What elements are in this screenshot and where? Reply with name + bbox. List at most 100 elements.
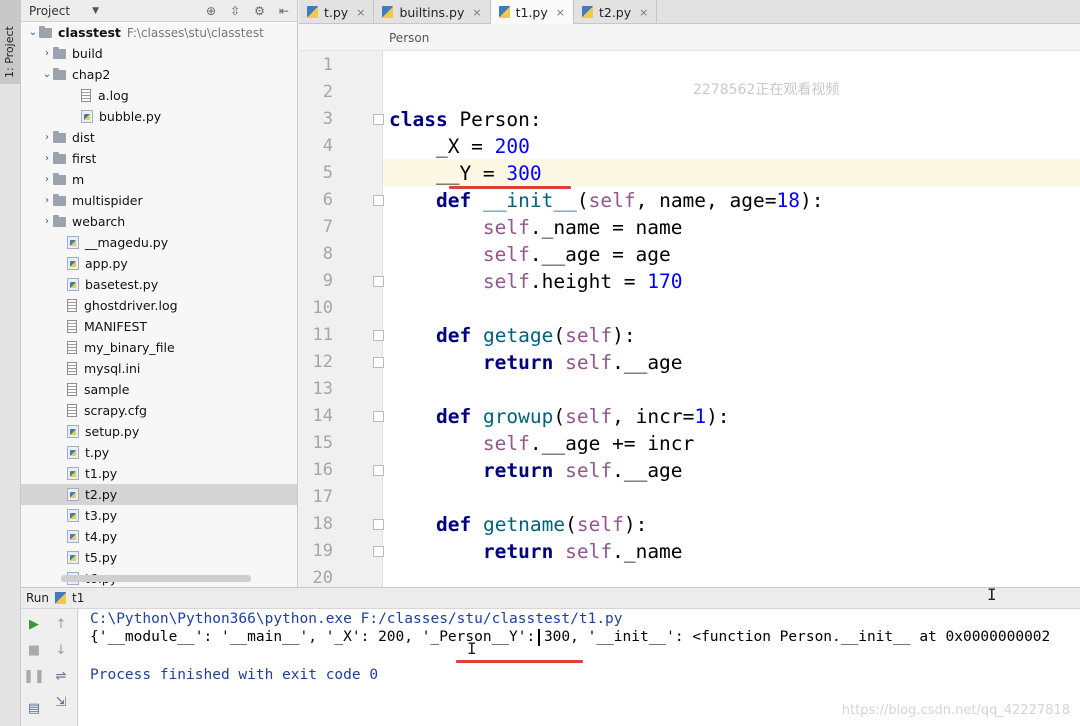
tree-file[interactable]: my_binary_file (21, 337, 297, 358)
python-file-icon (382, 6, 394, 18)
project-tool-tab-label: 1: Project (3, 26, 16, 78)
code-editor[interactable]: 1 2 3 4 5 6 7 8 9 10 11 12 13 14 15 16 17 18 19 20 class Pe… (299, 51, 1080, 587)
tree-item-label: t.py (85, 445, 110, 460)
tree-file[interactable]: bubble.py (21, 106, 297, 127)
fold-marker-icon[interactable] (373, 276, 384, 287)
tree-file[interactable]: a.log (21, 85, 297, 106)
chevron-down-icon[interactable]: ▼ (92, 6, 99, 16)
editor-tab-bar: t.py × builtins.py × t1.py × t2.py × (299, 0, 1080, 24)
tree-item-label: chap2 (72, 67, 111, 82)
chevron-right-icon[interactable]: › (41, 132, 53, 143)
line-number: 9 (322, 271, 333, 291)
breadcrumb-item-person[interactable]: Person (389, 31, 429, 45)
tree-folder[interactable]: ⌄ classtest F:\classes\stu\classtest (21, 22, 297, 43)
chevron-right-icon[interactable]: › (41, 174, 53, 185)
code-line: return self._name (482, 540, 683, 563)
editor-tab[interactable]: t2.py × (574, 0, 658, 24)
layout-icon[interactable]: ▤ (26, 700, 42, 716)
text-file-icon (67, 362, 77, 375)
text-file-icon (67, 299, 77, 312)
run-panel-label: Run (26, 591, 50, 605)
line-number: 13 (312, 379, 333, 399)
text-caret (538, 629, 540, 646)
line-number: 7 (322, 217, 333, 237)
project-view-selector[interactable]: Project (29, 4, 70, 18)
editor-tab[interactable]: builtins.py × (374, 0, 491, 24)
line-number: 2 (322, 82, 333, 102)
tree-item-label: t3.py (85, 508, 118, 523)
soft-wrap-icon[interactable]: ⇌ (53, 668, 69, 684)
tree-file[interactable]: t.py (21, 442, 297, 463)
fold-marker-icon[interactable] (373, 195, 384, 206)
code-line: def __init__(self, name, age=18): (435, 189, 824, 212)
ibeam-cursor-icon: I (987, 585, 997, 604)
pause-icon[interactable]: ❚❚ (23, 668, 45, 684)
project-tool-tab[interactable]: 1: Project (0, 0, 21, 84)
fold-marker-icon[interactable] (373, 519, 384, 530)
python-file-icon (67, 425, 79, 438)
python-file-icon (67, 488, 79, 501)
tree-file[interactable]: t5.py (21, 547, 297, 568)
tree-folder[interactable]: › multispider (21, 190, 297, 211)
editor-tab[interactable]: t.py × (299, 0, 375, 24)
horizontal-scrollbar[interactable] (61, 575, 251, 582)
arrow-down-icon[interactable]: ↓ (53, 642, 69, 658)
scroll-to-end-icon[interactable]: ⇲ (53, 694, 69, 710)
tree-folder[interactable]: › build (21, 43, 297, 64)
tree-folder[interactable]: › webarch (21, 211, 297, 232)
python-file-icon (67, 446, 79, 459)
fold-marker-icon[interactable] (373, 357, 384, 368)
tree-file[interactable]: sample (21, 379, 297, 400)
tree-file[interactable]: mysql.ini (21, 358, 297, 379)
tree-folder[interactable]: ⌄ chap2 (21, 64, 297, 85)
fold-marker-icon[interactable] (373, 546, 384, 557)
tree-item-label: basetest.py (85, 277, 159, 292)
chevron-down-icon[interactable]: ⌄ (27, 27, 39, 38)
tree-file[interactable]: basetest.py (21, 274, 297, 295)
run-config-tab[interactable]: t1 (72, 591, 84, 605)
fold-marker-icon[interactable] (373, 411, 384, 422)
chevron-right-icon[interactable]: › (41, 48, 53, 59)
tree-file[interactable]: t2.py (21, 484, 297, 505)
tree-folder[interactable]: › first (21, 148, 297, 169)
editor-tab[interactable]: t1.py × (490, 0, 574, 24)
chevron-right-icon[interactable]: › (41, 195, 53, 206)
tree-file[interactable]: app.py (21, 253, 297, 274)
tree-file[interactable]: t4.py (21, 526, 297, 547)
chevron-right-icon[interactable]: › (41, 216, 53, 227)
python-file-icon (67, 467, 79, 480)
python-file-icon (498, 6, 510, 18)
fold-marker-icon[interactable] (373, 330, 384, 341)
close-icon[interactable]: × (639, 6, 648, 19)
fold-marker-icon[interactable] (373, 465, 384, 476)
tree-file[interactable]: MANIFEST (21, 316, 297, 337)
editor-tab-label: t1.py (515, 4, 548, 20)
tree-file[interactable]: __magedu.py (21, 232, 297, 253)
tree-item-label: m (72, 172, 85, 187)
hide-icon[interactable]: ⇤ (279, 4, 289, 18)
tree-folder[interactable]: › dist (21, 127, 297, 148)
rerun-icon[interactable]: ▶ (26, 616, 42, 632)
close-icon[interactable]: × (472, 6, 481, 19)
tree-file[interactable]: setup.py (21, 421, 297, 442)
tree-file[interactable]: t1.py (21, 463, 297, 484)
tree-item-label: t4.py (85, 529, 118, 544)
red-annotation-underline (456, 660, 583, 663)
tree-folder[interactable]: › m (21, 169, 297, 190)
fold-marker-icon[interactable] (373, 114, 384, 125)
stop-icon[interactable]: ■ (26, 642, 42, 658)
close-icon[interactable]: × (556, 6, 565, 19)
url-watermark: https://blog.csdn.net/qq_42227818 (841, 703, 1070, 718)
tree-item-label: ghostdriver.log (84, 298, 178, 313)
python-file-icon (307, 6, 318, 18)
tree-file[interactable]: ghostdriver.log (21, 295, 297, 316)
target-icon[interactable]: ⊕ (206, 4, 216, 18)
close-icon[interactable]: × (356, 6, 365, 19)
chevron-right-icon[interactable]: › (41, 153, 53, 164)
chevron-down-icon[interactable]: ⌄ (41, 69, 53, 80)
arrow-up-icon[interactable]: ↑ (53, 616, 69, 632)
tree-file[interactable]: t3.py (21, 505, 297, 526)
collapse-icon[interactable]: ⇳ (230, 4, 240, 18)
gear-icon[interactable]: ⚙ (254, 4, 265, 18)
tree-file[interactable]: scrapy.cfg (21, 400, 297, 421)
